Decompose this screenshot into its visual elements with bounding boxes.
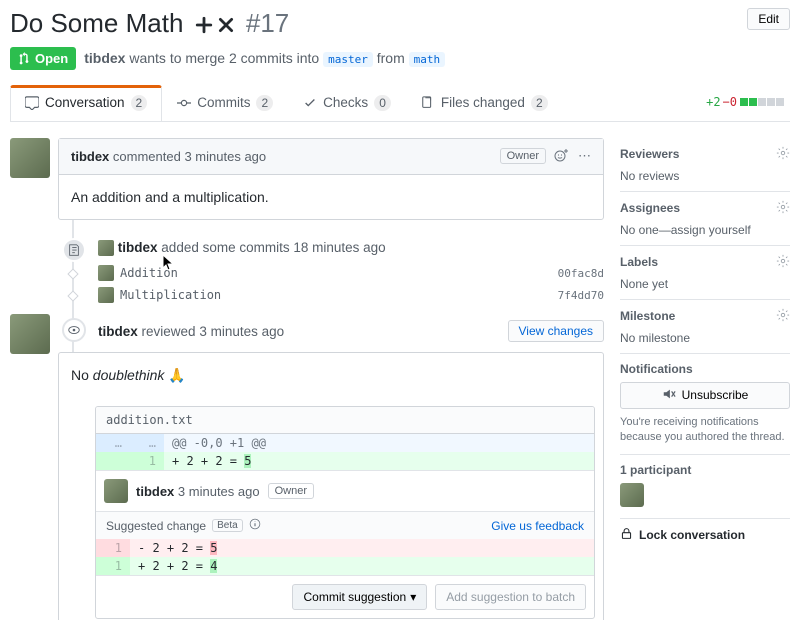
base-branch[interactable]: master xyxy=(323,52,373,67)
repo-push-icon xyxy=(62,238,86,262)
gear-icon[interactable] xyxy=(776,200,790,217)
labels-body: None yet xyxy=(620,277,790,291)
role-badge-owner: Owner xyxy=(500,148,546,164)
reviewers-title: Reviewers xyxy=(620,147,679,161)
diff-line-removed: 1 - 2 + 2 = 5 xyxy=(96,539,594,557)
lock-conversation-link[interactable]: Lock conversation xyxy=(620,519,790,551)
diff-line-added: 1 + 2 + 2 = 5 xyxy=(96,452,594,470)
suggested-change-label: Suggested change xyxy=(106,519,206,533)
gear-icon[interactable] xyxy=(776,308,790,325)
labels-title: Labels xyxy=(620,255,658,269)
mute-icon xyxy=(662,387,676,404)
plus-icon xyxy=(195,10,213,41)
participants-title: 1 participant xyxy=(620,463,691,477)
avatar xyxy=(98,265,114,281)
avatar[interactable] xyxy=(98,240,114,256)
give-feedback-link[interactable]: Give us feedback xyxy=(491,519,584,533)
reviewers-body: No reviews xyxy=(620,169,790,183)
avatar xyxy=(98,287,114,303)
beta-badge: Beta xyxy=(212,519,243,532)
unsubscribe-button[interactable]: Unsubscribe xyxy=(620,382,790,409)
add-reaction-icon[interactable] xyxy=(554,147,570,166)
assignees-body[interactable]: No one—assign yourself xyxy=(620,223,790,237)
tab-commits[interactable]: Commits 2 xyxy=(162,84,288,121)
op-comment: tibdex commented 3 minutes ago Owner ⋯ A… xyxy=(58,138,604,220)
avatar[interactable] xyxy=(620,483,644,507)
pr-title: Do Some Math xyxy=(10,8,183,38)
comment-menu-icon[interactable]: ⋯ xyxy=(578,148,591,164)
edit-button[interactable]: Edit xyxy=(747,8,790,30)
x-icon xyxy=(217,10,235,41)
tab-conversation[interactable]: Conversation 2 xyxy=(10,85,162,121)
commit-row[interactable]: Multiplication 7f4dd70 xyxy=(58,284,604,306)
diff-line-added: 1 + 2 + 2 = 4 xyxy=(96,557,594,575)
commit-row[interactable]: Addition 00fac8d xyxy=(58,262,604,284)
pr-number: #17 xyxy=(246,8,289,38)
state-open-badge: Open xyxy=(10,47,76,70)
commit-suggestion-button[interactable]: Commit suggestion ▾ xyxy=(292,584,427,610)
view-changes-button[interactable]: View changes xyxy=(508,320,605,342)
info-icon[interactable] xyxy=(249,518,261,533)
milestone-body: No milestone xyxy=(620,331,790,345)
eye-icon xyxy=(62,318,86,342)
head-branch[interactable]: math xyxy=(409,52,446,67)
diff-hunk: …… @@ -0,0 +1 @@ xyxy=(96,434,594,452)
comment-body: An addition and a multiplication. xyxy=(59,175,603,219)
gear-icon[interactable] xyxy=(776,146,790,163)
lock-icon xyxy=(620,527,633,543)
review-body: No doublethink 🙏 xyxy=(59,353,603,398)
merge-description: tibdex wants to merge 2 commits into mas… xyxy=(84,50,445,66)
chevron-down-icon: ▾ xyxy=(410,590,416,604)
notifications-note: You're receiving notifications because y… xyxy=(620,415,790,446)
notifications-title: Notifications xyxy=(620,362,693,376)
avatar[interactable] xyxy=(10,314,50,354)
commits-event: tibdex added some commits 18 minutes ago xyxy=(98,240,604,256)
tab-checks[interactable]: Checks 0 xyxy=(288,84,406,121)
add-suggestion-to-batch-button[interactable]: Add suggestion to batch xyxy=(435,584,586,610)
milestone-title: Milestone xyxy=(620,309,675,323)
avatar[interactable] xyxy=(10,138,50,178)
assignees-title: Assignees xyxy=(620,201,680,215)
diffstat: +2 −0 xyxy=(706,95,790,109)
file-name[interactable]: addition.txt xyxy=(96,407,594,434)
tab-files-changed[interactable]: Files changed 2 xyxy=(406,84,563,121)
avatar[interactable] xyxy=(104,479,128,503)
role-badge-owner: Owner xyxy=(268,483,314,499)
gear-icon[interactable] xyxy=(776,254,790,271)
